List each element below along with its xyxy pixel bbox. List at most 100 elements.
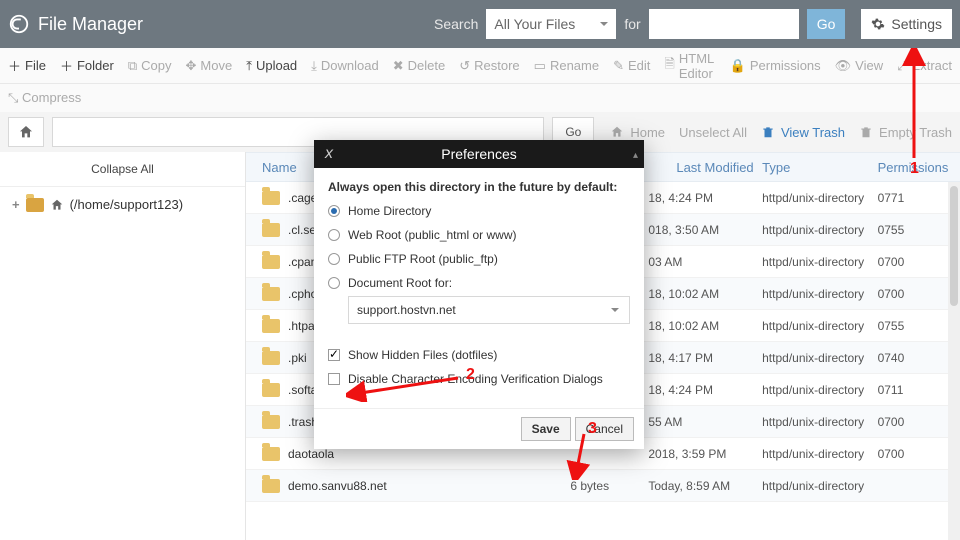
crumb-view-trash[interactable]: View Trash — [761, 125, 845, 140]
app-logo: File Manager — [8, 13, 143, 35]
chk-show-hidden[interactable]: Show Hidden Files (dotfiles) — [328, 348, 630, 362]
scroll-up-icon[interactable]: ▴ — [633, 150, 638, 161]
cancel-button[interactable]: Cancel — [575, 417, 634, 441]
folder-icon — [262, 223, 280, 237]
opt-web-root[interactable]: Web Root (public_html or www) — [328, 228, 630, 242]
crumb-actions: Home Up One Level Reload Unselect All Vi… — [610, 125, 952, 140]
file-modified: 18, 10:02 AM — [636, 319, 762, 333]
file-type: httpd/unix-directory — [762, 383, 877, 397]
file-type: httpd/unix-directory — [762, 479, 877, 493]
folder-icon — [26, 198, 44, 212]
home-icon — [18, 124, 34, 140]
preferences-modal: x Preferences ▴ Always open this directo… — [314, 140, 644, 449]
tb-upload[interactable]: ⤒ Upload — [246, 58, 297, 74]
opt-home-directory[interactable]: Home Directory — [328, 204, 630, 218]
radio-icon — [328, 277, 340, 289]
home-button[interactable] — [8, 117, 44, 147]
cpanel-icon — [8, 13, 30, 35]
modal-close-button[interactable]: x — [314, 140, 344, 168]
checkbox-icon — [328, 349, 340, 361]
tb-download[interactable]: ⤓ Download — [311, 58, 379, 74]
tb-edit[interactable]: ✎ Edit — [613, 58, 650, 74]
file-modified: 018, 3:50 AM — [636, 223, 762, 237]
file-type: httpd/unix-directory — [762, 191, 877, 205]
modal-body: ▴ Always open this directory in the futu… — [314, 168, 644, 408]
scrollbar-thumb[interactable] — [950, 186, 958, 306]
folder-icon — [262, 287, 280, 301]
tb-file[interactable]: ＋File — [8, 56, 46, 75]
chk-disable-encoding[interactable]: Disable Character Encoding Verification … — [328, 372, 630, 386]
file-type: httpd/unix-directory — [762, 415, 877, 429]
file-type: httpd/unix-directory — [762, 255, 877, 269]
folder-icon — [262, 447, 280, 461]
checkbox-icon — [328, 373, 340, 385]
collapse-all-button[interactable]: Collapse All — [0, 152, 245, 187]
tree-root-label: (/home/support123) — [70, 197, 183, 212]
modal-title-bar[interactable]: x Preferences — [314, 140, 644, 168]
tb-permissions[interactable]: 🔒 Permissions — [730, 58, 821, 74]
tb-copy[interactable]: ⧉ Copy — [128, 58, 172, 74]
path-go-label: Go — [565, 125, 581, 139]
gear-icon — [871, 17, 885, 31]
tb-restore[interactable]: ↺ Restore — [459, 58, 519, 74]
scrollbar[interactable] — [948, 182, 960, 540]
trash-icon — [859, 125, 873, 139]
tb-html-editor[interactable]: 🗎 HTML Editor — [664, 51, 715, 81]
th-type[interactable]: Type — [762, 160, 877, 175]
document-root-select[interactable]: support.hostvn.net — [348, 296, 630, 324]
tb-move[interactable]: ✥ Move — [186, 58, 233, 74]
modal-lead: Always open this directory in the future… — [328, 180, 630, 194]
file-type: httpd/unix-directory — [762, 319, 877, 333]
tb-view[interactable]: 👁 View — [835, 58, 883, 74]
crumb-empty-trash[interactable]: Empty Trash — [859, 125, 952, 140]
crumb-unselect-all[interactable]: Unselect All — [679, 125, 747, 140]
tb-delete[interactable]: ✖ Delete — [393, 58, 445, 74]
search-scope-select[interactable]: All Your Files — [486, 9, 616, 39]
crumb-home[interactable]: Home — [610, 125, 665, 140]
toolbar: ＋File ＋Folder ⧉ Copy ✥ Move ⤒ Upload ⤓ D… — [0, 48, 960, 84]
file-name: .pki — [288, 351, 307, 365]
tb-extract[interactable]: ⤢ Extract — [897, 58, 952, 74]
opt-document-root[interactable]: Document Root for: — [328, 276, 630, 290]
expand-icon: + — [12, 197, 20, 212]
modal-title: Preferences — [441, 146, 516, 162]
folder-icon — [262, 319, 280, 333]
document-root-value: support.hostvn.net — [357, 303, 456, 317]
th-modified[interactable]: Last Modified — [636, 160, 762, 175]
table-row[interactable]: demo.sanvu88.net6 bytesToday, 8:59 AMhtt… — [246, 470, 960, 502]
settings-button[interactable]: Settings — [861, 9, 952, 39]
search-input[interactable] — [649, 9, 799, 39]
folder-icon — [262, 255, 280, 269]
sidebar: Collapse All + (/home/support123) — [0, 152, 246, 540]
folder-icon — [262, 479, 280, 493]
app-title: File Manager — [38, 14, 143, 35]
close-icon: x — [325, 140, 333, 168]
for-label: for — [624, 16, 640, 32]
search-scope-value: All Your Files — [494, 16, 575, 32]
th-permissions[interactable]: Permissions — [878, 160, 960, 175]
file-type: httpd/unix-directory — [762, 447, 877, 461]
file-modified: 18, 4:17 PM — [636, 351, 762, 365]
radio-icon — [328, 253, 340, 265]
tb-compress[interactable]: ⤡ Compress — [8, 90, 81, 106]
folder-icon — [262, 191, 280, 205]
opt-ftp-root[interactable]: Public FTP Root (public_ftp) — [328, 252, 630, 266]
go-label: Go — [817, 16, 836, 32]
file-name: demo.sanvu88.net — [288, 479, 387, 493]
save-button[interactable]: Save — [521, 417, 571, 441]
tree-root-node[interactable]: + (/home/support123) — [0, 187, 245, 222]
tb-folder[interactable]: ＋Folder — [60, 56, 114, 75]
tb-rename[interactable]: ▭ Rename — [534, 58, 599, 74]
file-modified: 03 AM — [636, 255, 762, 269]
radio-icon — [328, 229, 340, 241]
file-type: httpd/unix-directory — [762, 351, 877, 365]
folder-icon — [262, 351, 280, 365]
top-search: Search All Your Files for Go Settings — [434, 9, 952, 39]
top-bar: File Manager Search All Your Files for G… — [0, 0, 960, 48]
settings-label: Settings — [891, 16, 942, 32]
search-go-button[interactable]: Go — [807, 9, 846, 39]
folder-icon — [262, 383, 280, 397]
trash-icon — [761, 125, 775, 139]
file-modified: 18, 4:24 PM — [636, 383, 762, 397]
file-modified: 55 AM — [636, 415, 762, 429]
